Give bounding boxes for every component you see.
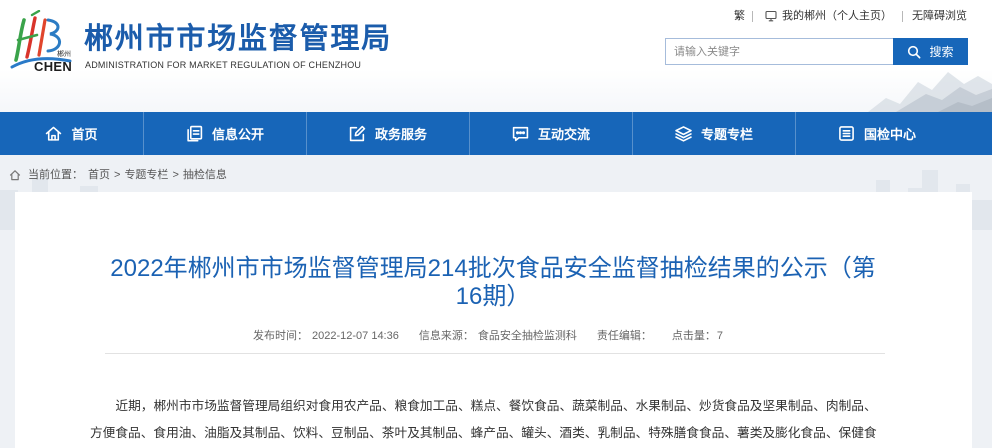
site-logo-link[interactable]: 郴州 CHEN 郴州市市场监督管理局 ADMINISTRATION FOR MA… (0, 0, 400, 80)
accessibility-link[interactable]: 无障碍浏览 (912, 9, 967, 23)
mountain-decoration (868, 72, 992, 112)
breadcrumb: 当前位置： 首页 > 专题专栏 > 抽检信息 (9, 168, 227, 182)
nav-item-label: 信息公开 (211, 127, 264, 142)
views-count: 7 (716, 330, 723, 342)
site-subtitle: ADMINISTRATION FOR MARKET REGULATION OF … (85, 60, 362, 70)
nav-item-inspection-center[interactable]: 国检中心 (795, 112, 958, 155)
search-input[interactable] (665, 38, 893, 65)
nav-item-special-topics[interactable]: 专题专栏 (632, 112, 795, 155)
nav-item-label: 首页 (71, 127, 98, 142)
nav-item-label: 专题专栏 (700, 127, 753, 142)
my-portal-link[interactable]: 我的郴州（个人主页） (782, 9, 892, 23)
breadcrumb-separator: > (172, 169, 179, 181)
nav-item-info-disclosure[interactable]: 信息公开 (143, 112, 306, 155)
logo-mark-chinese: 郴州 (57, 51, 71, 58)
publish-time-label: 发布时间： (253, 330, 308, 342)
list-icon (839, 126, 854, 141)
breadcrumb-link-special-topics[interactable]: 专题专栏 (124, 168, 168, 182)
search-button-label: 搜索 (929, 44, 954, 59)
chat-icon (512, 126, 529, 142)
nav-item-label: 互动交流 (537, 127, 590, 142)
article-meta: 发布时间： 2022-12-07 14:36 信息来源： 食品安全抽检监测科 责… (15, 328, 972, 344)
breadcrumb-prefix: 当前位置： (28, 169, 83, 181)
editor-group: 责任编辑： (597, 328, 652, 344)
site-title: 郴州市市场监督管理局 (84, 23, 393, 55)
source-group: 信息来源： 食品安全抽检监测科 (419, 328, 577, 344)
top-link-divider (902, 11, 903, 22)
breadcrumb-link-inspection-info[interactable]: 抽检信息 (183, 168, 227, 182)
publish-time-group: 发布时间： 2022-12-07 14:36 (253, 328, 399, 344)
views-group: 点击量： 7 (672, 328, 723, 344)
home-icon (46, 126, 62, 141)
breadcrumb-separator: > (114, 169, 121, 181)
document-icon (187, 125, 203, 142)
article-body-paragraph: 近期，郴州市市场监督管理局组织对食用农产品、粮食加工品、糕点、餐饮食品、蔬菜制品… (90, 399, 877, 440)
logo-mark-english: CHEN (34, 59, 73, 74)
source-label: 信息来源： (418, 330, 474, 342)
views-label: 点击量： (671, 330, 716, 342)
meta-divider (105, 353, 885, 354)
breadcrumb-link-home[interactable]: 首页 (88, 168, 110, 182)
monitor-icon (765, 10, 777, 22)
site-header: 郴州 CHEN 郴州市市场监督管理局 ADMINISTRATION FOR MA… (0, 0, 992, 112)
nav-item-government-services[interactable]: 政务服务 (306, 112, 469, 155)
search-icon (908, 45, 921, 58)
source-value: 食品安全抽检监测科 (477, 330, 577, 342)
main-nav: 首页 信息公开 政务服务 互动交流 专题专栏 国检中心 (0, 112, 992, 155)
top-link-divider (752, 11, 753, 22)
traditional-chinese-link[interactable]: 繁 (734, 9, 745, 23)
article-title: 2022年郴州市市场监督管理局214批次食品安全监督抽检结果的公示（第16期） (110, 255, 876, 310)
editor-label: 责任编辑： (596, 330, 652, 342)
edit-icon (349, 125, 366, 142)
nav-item-home[interactable]: 首页 (0, 112, 143, 155)
nav-item-label: 政务服务 (374, 127, 427, 142)
article-panel: 2022年郴州市市场监督管理局214批次食品安全监督抽检结果的公示（第16期） … (15, 192, 972, 448)
nav-item-interaction[interactable]: 互动交流 (469, 112, 632, 155)
home-icon (9, 170, 21, 181)
publish-time-value: 2022-12-07 14:36 (312, 330, 399, 342)
layers-icon (675, 126, 692, 142)
nav-item-label: 国检中心 (863, 127, 916, 142)
